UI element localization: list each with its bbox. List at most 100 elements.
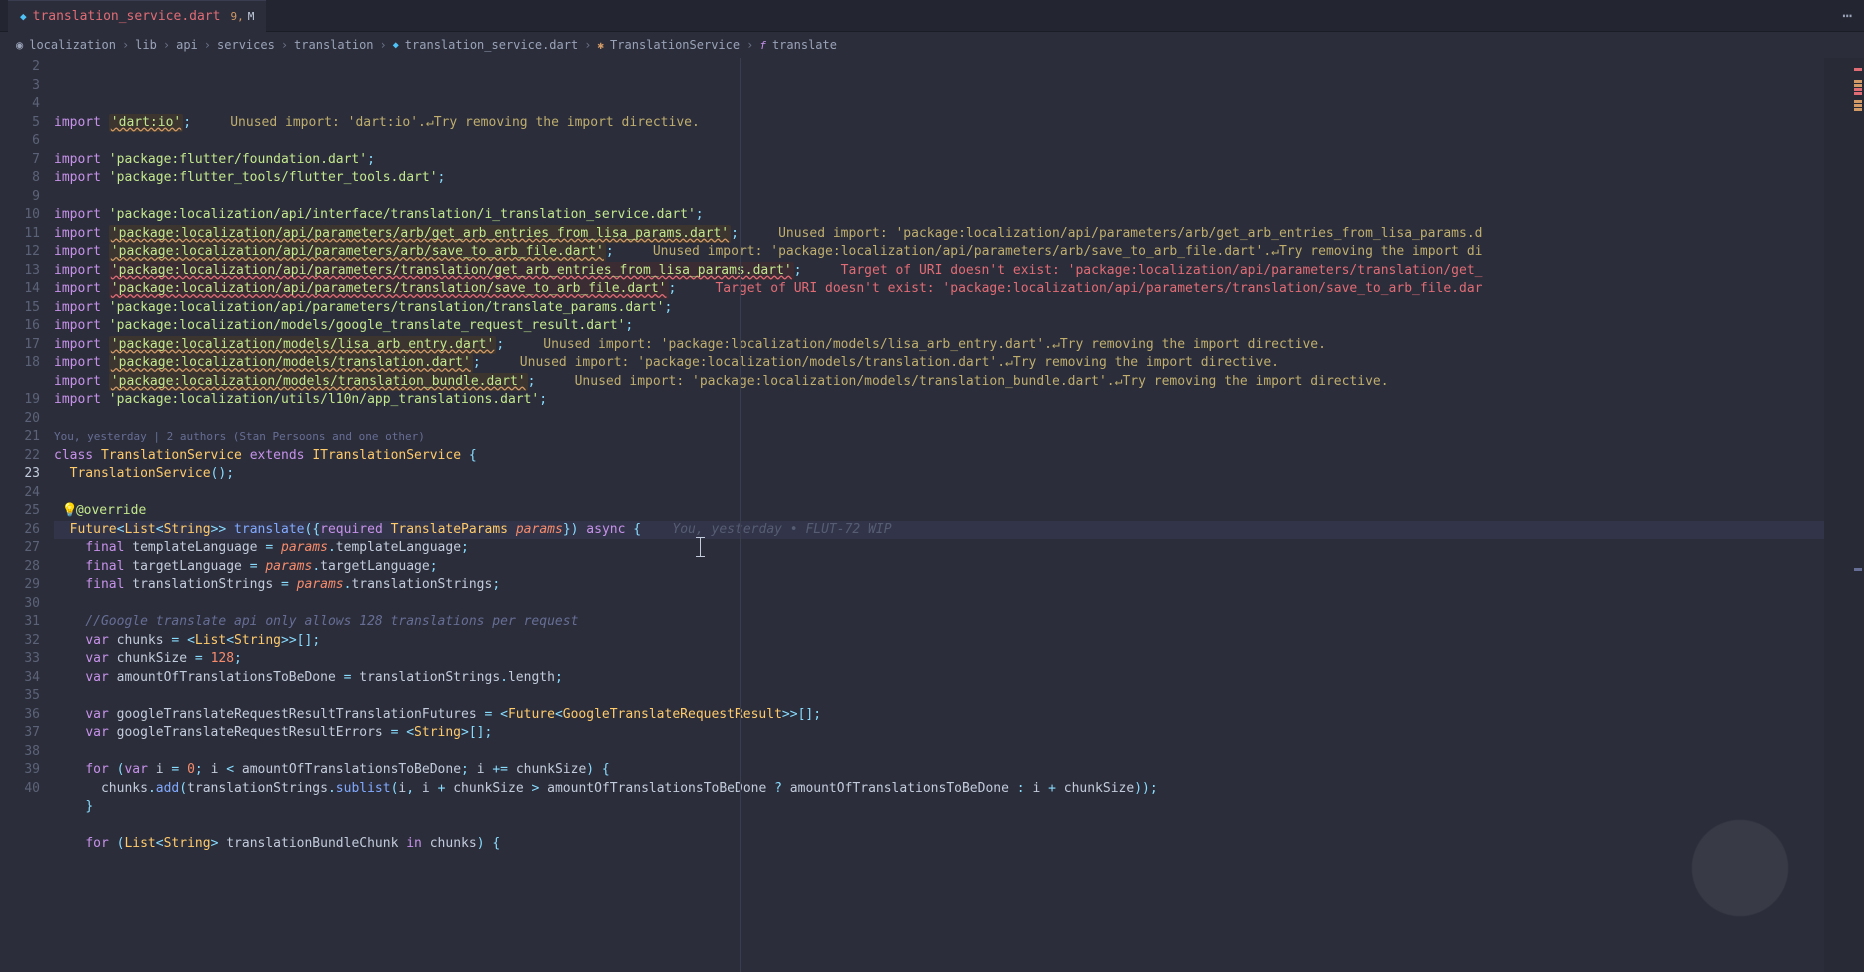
chevron-right-icon: › xyxy=(584,38,591,52)
code-line[interactable]: import 'package:localization/models/lisa… xyxy=(54,336,1824,355)
code-line[interactable]: final targetLanguage = params.targetLang… xyxy=(54,558,1824,577)
code-line[interactable]: import 'package:localization/api/paramet… xyxy=(54,243,1824,262)
code-line[interactable]: for (List<String> translationBundleChunk… xyxy=(54,835,1824,854)
breadcrumb-file[interactable]: translation_service.dart xyxy=(405,38,578,52)
dart-file-icon: ◆ xyxy=(20,10,27,23)
code-line[interactable]: var googleTranslateRequestResultErrors =… xyxy=(54,724,1824,743)
code-area[interactable]: import 'dart:io'; Unused import: 'dart:i… xyxy=(54,58,1824,972)
chevron-right-icon: › xyxy=(281,38,288,52)
breadcrumb-segment[interactable]: lib xyxy=(135,38,157,52)
tab-filename: translation_service.dart xyxy=(33,9,221,24)
code-line[interactable]: import 'package:localization/api/paramet… xyxy=(54,262,1824,281)
code-line[interactable]: import 'package:flutter/foundation.dart'… xyxy=(54,151,1824,170)
record-icon[interactable]: ◉ xyxy=(16,38,23,52)
line-number: 26 xyxy=(0,521,40,540)
code-line[interactable]: import 'package:localization/models/goog… xyxy=(54,317,1824,336)
code-line[interactable]: final translationStrings = params.transl… xyxy=(54,576,1824,595)
breadcrumb-segment[interactable]: api xyxy=(176,38,198,52)
code-line[interactable]: import 'package:localization/api/paramet… xyxy=(54,299,1824,318)
code-line[interactable]: import 'package:localization/api/paramet… xyxy=(54,280,1824,299)
line-number: 11 xyxy=(0,225,40,244)
line-number: 7 xyxy=(0,151,40,170)
line-number: 29 xyxy=(0,576,40,595)
code-line[interactable]: import 'package:localization/api/paramet… xyxy=(54,225,1824,244)
line-number: 15 xyxy=(0,299,40,318)
line-number: 40 xyxy=(0,780,40,799)
text-cursor xyxy=(700,537,701,561)
code-line[interactable]: var googleTranslateRequestResultTranslat… xyxy=(54,706,1824,725)
code-line[interactable]: 💡@override xyxy=(54,502,1824,521)
line-number: 5 xyxy=(0,114,40,133)
line-number: 2 xyxy=(0,58,40,77)
code-line[interactable]: Future<List<String>> translate({required… xyxy=(54,521,1824,540)
code-line[interactable] xyxy=(54,595,1824,614)
code-line[interactable]: chunks.add(translationStrings.sublist(i,… xyxy=(54,780,1824,799)
method-icon: f xyxy=(759,39,766,52)
line-number: 9 xyxy=(0,188,40,207)
chevron-right-icon: › xyxy=(380,38,387,52)
line-number: 36 xyxy=(0,706,40,725)
code-line[interactable] xyxy=(54,743,1824,762)
code-line[interactable]: import 'package:localization/api/interfa… xyxy=(54,206,1824,225)
code-line[interactable]: import 'dart:io'; Unused import: 'dart:i… xyxy=(54,114,1824,133)
line-number: 28 xyxy=(0,558,40,577)
code-line[interactable]: var chunkSize = 128; xyxy=(54,650,1824,669)
line-number: 25 xyxy=(0,502,40,521)
editor-ruler xyxy=(740,58,741,972)
code-line[interactable] xyxy=(54,132,1824,151)
line-number: 31 xyxy=(0,613,40,632)
line-number: 16 xyxy=(0,317,40,336)
line-number: 20 xyxy=(0,410,40,429)
line-number: 34 xyxy=(0,669,40,688)
lightbulb-icon[interactable]: 💡 xyxy=(62,502,76,521)
tab-problem-count: 9, xyxy=(230,10,243,23)
line-number: 21 xyxy=(0,428,40,447)
breadcrumb-segment[interactable]: translation xyxy=(294,38,373,52)
code-line[interactable]: final templateLanguage = params.template… xyxy=(54,539,1824,558)
chevron-right-icon: › xyxy=(746,38,753,52)
code-line[interactable] xyxy=(54,484,1824,503)
line-number-gutter: 2345678910111213141516171819202122232425… xyxy=(0,58,54,972)
editor-tab[interactable]: ◆ translation_service.dart 9, M xyxy=(8,0,266,32)
code-line[interactable]: import 'package:flutter_tools/flutter_to… xyxy=(54,169,1824,188)
code-line[interactable] xyxy=(54,817,1824,836)
line-number: 12 xyxy=(0,243,40,262)
code-line[interactable] xyxy=(54,410,1824,429)
codelens[interactable]: You, yesterday | 2 authors (Stan Persoon… xyxy=(54,428,1824,447)
line-number: 18 xyxy=(0,354,40,373)
breadcrumb-bar: ◉ localization › lib › api › services › … xyxy=(0,32,1864,58)
line-number: 22 xyxy=(0,447,40,466)
code-line[interactable]: var chunks = <List<String>>[]; xyxy=(54,632,1824,651)
code-line[interactable]: //Google translate api only allows 128 t… xyxy=(54,613,1824,632)
chevron-right-icon: › xyxy=(122,38,129,52)
line-number: 35 xyxy=(0,687,40,706)
line-number: 13 xyxy=(0,262,40,281)
dart-file-icon: ◆ xyxy=(393,40,399,51)
code-line[interactable]: TranslationService(); xyxy=(54,465,1824,484)
code-line[interactable]: class TranslationService extends ITransl… xyxy=(54,447,1824,466)
code-line[interactable]: import 'package:localization/models/tran… xyxy=(54,354,1824,373)
code-line[interactable]: import 'package:localization/utils/l10n/… xyxy=(54,391,1824,410)
breadcrumb-method[interactable]: translate xyxy=(772,38,837,52)
chevron-right-icon: › xyxy=(163,38,170,52)
overview-ruler[interactable] xyxy=(1824,58,1864,972)
line-number: 37 xyxy=(0,724,40,743)
line-number: 32 xyxy=(0,632,40,651)
more-actions-icon[interactable]: ⋯ xyxy=(1842,6,1852,25)
breadcrumb-class[interactable]: TranslationService xyxy=(610,38,740,52)
breadcrumb-segment[interactable]: services xyxy=(217,38,275,52)
line-number: 17 xyxy=(0,336,40,355)
code-line[interactable]: for (var i = 0; i < amountOfTranslations… xyxy=(54,761,1824,780)
code-line[interactable]: } xyxy=(54,798,1824,817)
code-line[interactable] xyxy=(54,188,1824,207)
line-number: 23 xyxy=(0,465,40,484)
code-line[interactable]: import 'package:localization/models/tran… xyxy=(54,373,1824,392)
code-line[interactable] xyxy=(54,687,1824,706)
code-line[interactable]: var amountOfTranslationsToBeDone = trans… xyxy=(54,669,1824,688)
tab-modified-indicator: M xyxy=(248,10,255,23)
line-number: 33 xyxy=(0,650,40,669)
line-number: 39 xyxy=(0,761,40,780)
line-number: 3 xyxy=(0,77,40,96)
breadcrumb-segment[interactable]: localization xyxy=(29,38,116,52)
line-number: 30 xyxy=(0,595,40,614)
